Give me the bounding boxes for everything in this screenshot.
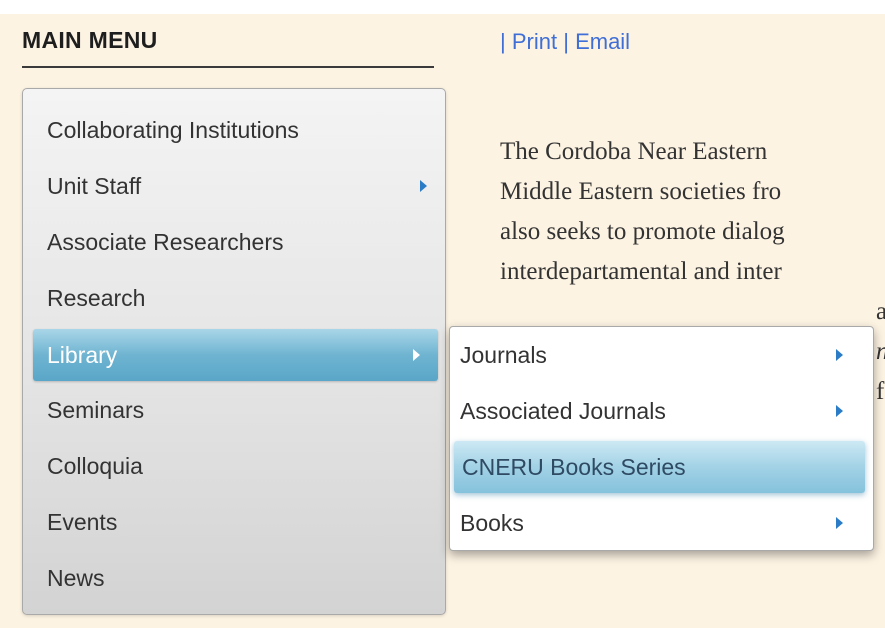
library-submenu: Journals Associated Journals CNERU Books… xyxy=(449,326,874,551)
submenu-item-cneru-books-series[interactable]: CNERU Books Series xyxy=(454,441,865,493)
menu-item-label: Associate Researchers xyxy=(47,228,284,255)
menu-item-research[interactable]: Research xyxy=(23,275,445,321)
menu-item-news[interactable]: News xyxy=(23,555,445,601)
menu-item-associate-researchers[interactable]: Associate Researchers xyxy=(23,219,445,265)
toolbar-links: | Print | Email xyxy=(500,29,630,55)
submenu-item-label: Journals xyxy=(460,341,547,368)
top-band xyxy=(0,0,885,14)
article-line: The Cordoba Near Eastern xyxy=(500,138,768,165)
menu-item-label: News xyxy=(47,564,105,591)
menu-item-library[interactable]: Library xyxy=(33,329,438,381)
main-menu: Collaborating Institutions Unit Staff As… xyxy=(22,88,446,615)
menu-item-label: Seminars xyxy=(47,396,145,423)
menu-item-label: Events xyxy=(47,508,118,535)
menu-item-collaborating-institutions[interactable]: Collaborating Institutions xyxy=(23,107,445,153)
print-link[interactable]: Print xyxy=(512,29,557,54)
article-line: Middle Eastern societies fro xyxy=(500,178,782,205)
menu-item-unit-staff[interactable]: Unit Staff xyxy=(23,163,445,209)
menu-item-label: Unit Staff xyxy=(47,172,142,199)
chevron-right-icon xyxy=(836,349,843,361)
separator: | xyxy=(563,29,569,54)
submenu-item-label: Books xyxy=(460,509,524,536)
email-link[interactable]: Email xyxy=(575,29,630,54)
menu-item-colloquia[interactable]: Colloquia xyxy=(23,443,445,489)
menu-item-label: Collaborating Institutions xyxy=(47,116,299,143)
submenu-item-journals[interactable]: Journals xyxy=(450,331,873,379)
chevron-right-icon xyxy=(836,517,843,529)
submenu-item-books[interactable]: Books xyxy=(450,499,873,547)
chevron-right-icon xyxy=(836,405,843,417)
page: MAIN MENU | Print | Email The Cordoba Ne… xyxy=(0,0,885,628)
main-menu-heading: MAIN MENU xyxy=(22,27,434,68)
article-line: also seeks to promote dialog xyxy=(500,218,785,245)
menu-item-label: Library xyxy=(47,341,118,368)
article-line: interdepartamental and inter xyxy=(500,258,782,285)
menu-item-seminars[interactable]: Seminars xyxy=(23,387,445,433)
chevron-right-icon xyxy=(413,349,420,361)
chevron-right-icon xyxy=(420,180,427,192)
submenu-item-label: Associated Journals xyxy=(460,397,666,424)
submenu-item-label: CNERU Books Series xyxy=(462,453,686,480)
menu-item-label: Colloquia xyxy=(47,452,143,479)
separator: | xyxy=(500,29,506,54)
menu-item-label: Research xyxy=(47,284,146,311)
submenu-item-associated-journals[interactable]: Associated Journals xyxy=(450,387,873,435)
menu-item-events[interactable]: Events xyxy=(23,499,445,545)
